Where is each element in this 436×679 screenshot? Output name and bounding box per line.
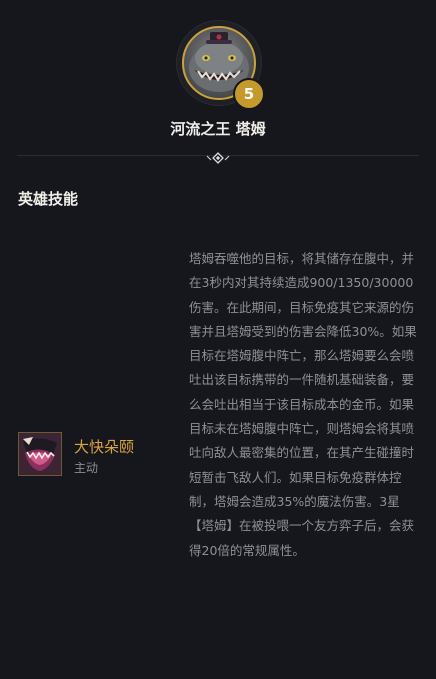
section-title-skills: 英雄技能	[18, 190, 79, 208]
skill-devour-icon	[18, 432, 62, 476]
champion-name: 河流之王 塔姆	[170, 120, 266, 138]
skill-name: 大快朵颐	[74, 438, 135, 456]
champion-portrait: 5	[177, 21, 265, 110]
divider-ornament-icon	[205, 150, 231, 164]
skill-description: 塔姆吞噬他的目标，将其储存在腹中，并在3秒内对其持续造成900/1350/300…	[189, 251, 417, 558]
skill-type: 主动	[74, 461, 99, 475]
level-badge: 5	[233, 78, 265, 110]
